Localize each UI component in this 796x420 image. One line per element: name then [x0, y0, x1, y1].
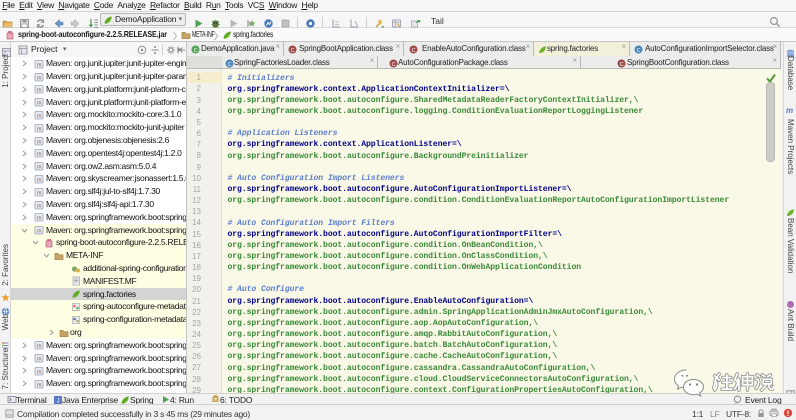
svg-text:m: m: [37, 229, 42, 235]
svg-text:m: m: [37, 126, 42, 132]
svg-text:m: m: [37, 75, 42, 81]
svg-text:m: m: [37, 62, 42, 68]
svg-text:m: m: [37, 113, 42, 119]
svg-text:C: C: [291, 48, 295, 54]
svg-text:m: m: [37, 190, 42, 196]
svg-text:C: C: [620, 62, 624, 68]
svg-text:m: m: [37, 165, 42, 171]
svg-text:C: C: [412, 48, 416, 54]
svg-text:C: C: [228, 62, 232, 68]
svg-text:C: C: [637, 48, 641, 54]
svg-text:m: m: [37, 101, 42, 107]
svg-text:m: m: [37, 357, 42, 363]
svg-text:m: m: [37, 139, 42, 145]
svg-text:C: C: [194, 48, 198, 54]
svg-text:m: m: [37, 152, 42, 158]
svg-text:m: m: [37, 177, 42, 183]
svg-text:C: C: [392, 62, 396, 68]
svg-text:m: m: [37, 382, 42, 388]
svg-text:m: m: [37, 203, 42, 209]
svg-text:m: m: [37, 369, 42, 375]
svg-text:m: m: [37, 216, 42, 222]
svg-text:m: m: [37, 344, 42, 350]
svg-text:m: m: [37, 88, 42, 94]
